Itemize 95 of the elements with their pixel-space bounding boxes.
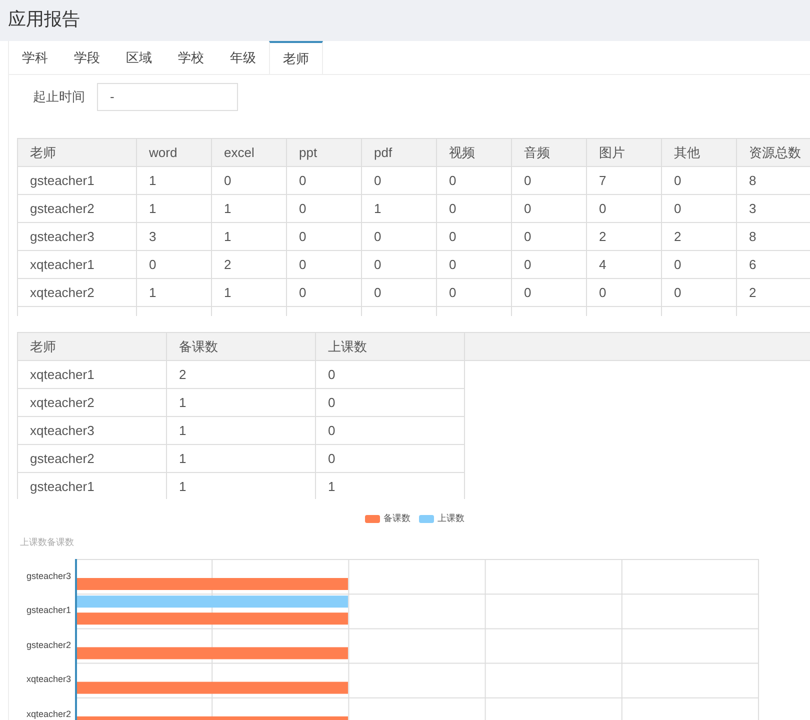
page-title: 应用报告	[8, 8, 80, 31]
table-cell: 1	[137, 167, 212, 195]
table-cell: 1	[212, 195, 287, 223]
table-cell: 0	[287, 251, 362, 279]
axis-label: gsteacher3	[26, 570, 71, 583]
tab[interactable]: 学校	[165, 41, 217, 74]
table-cell: 0	[512, 195, 587, 223]
table-cell: 2	[212, 251, 287, 279]
table-cell: xqteacher2	[18, 279, 137, 307]
column-header: excel	[212, 139, 287, 166]
table-cell: 0	[662, 195, 737, 223]
chart-title: 上课数备课数	[20, 536, 74, 546]
table-cell: 0	[662, 279, 737, 307]
column-header: 音频	[512, 139, 587, 166]
table-cell: 1	[212, 279, 287, 307]
axis-label: gsteacher1	[26, 604, 71, 618]
column-header: word	[137, 139, 212, 166]
table-cell: 0	[662, 167, 737, 195]
table-cell: 0	[437, 279, 512, 307]
table-cell: 8	[737, 223, 810, 251]
column-header: ppt	[287, 139, 362, 166]
table-cell: 1	[167, 473, 316, 499]
table-cell: 1	[167, 445, 316, 473]
axis-label: gsteacher2	[26, 638, 71, 652]
table-cell: 0	[362, 223, 437, 251]
table-cell: 7	[587, 167, 662, 195]
filter-label: 起止时间	[33, 88, 85, 106]
table-cell: 0	[287, 279, 362, 307]
table-cell: 0	[137, 251, 212, 279]
table-cell: 0	[316, 417, 465, 445]
table-cell: 0	[437, 223, 512, 251]
table-cell: 0	[437, 195, 512, 223]
table-cell: gsteacher2	[18, 195, 137, 223]
column-header: 视频	[437, 139, 512, 166]
table-cell: 0	[662, 251, 737, 279]
column-header: 备课数	[167, 333, 316, 360]
table-cell: 0	[512, 251, 587, 279]
table-cell: 3	[737, 195, 810, 223]
table-cell: 1	[137, 279, 212, 307]
table-cell: 2	[167, 361, 316, 389]
column-header: 老师	[18, 333, 167, 360]
tab[interactable]: 年级	[217, 41, 269, 74]
table-cell: 0	[362, 167, 437, 195]
table-cell: 1	[137, 195, 212, 223]
table-cell: 1	[316, 473, 465, 499]
table-cell: 1	[167, 389, 316, 417]
column-header: 图片	[587, 139, 662, 166]
legend-label: 上课数	[438, 512, 464, 525]
tab[interactable]: 老师	[269, 41, 323, 74]
table-cell: 0	[316, 361, 465, 389]
table-cell: 2	[587, 223, 662, 251]
tab[interactable]: 区域	[113, 41, 165, 74]
table-cell: 0	[287, 223, 362, 251]
column-header: 老师	[18, 139, 137, 166]
table-cell: xqteacher1	[18, 251, 137, 279]
date-range-field[interactable]: -	[97, 83, 238, 111]
tab[interactable]: 学科	[9, 41, 61, 74]
column-header: 上课数	[316, 333, 465, 360]
column-header: pdf	[362, 139, 437, 166]
table-cell: 2	[737, 279, 810, 307]
axis-label: xqteacher3	[26, 673, 71, 686]
table-cell: 4	[587, 251, 662, 279]
table-cell: 1	[212, 223, 287, 251]
table-cell: 0	[512, 223, 587, 251]
table-cell: 8	[737, 167, 810, 195]
column-header: 资源总数	[737, 139, 810, 166]
tab[interactable]: 学段	[61, 41, 113, 74]
table-cell: 0	[587, 279, 662, 307]
column-header: 其他	[662, 139, 737, 166]
table-cell: 0	[316, 389, 465, 417]
table-cell: 1	[362, 195, 437, 223]
table-cell: xqteacher3	[18, 417, 167, 445]
table-cell: 0	[437, 167, 512, 195]
table-cell: xqteacher1	[18, 361, 167, 389]
table-cell: 2	[662, 223, 737, 251]
table-cell: 6	[737, 251, 810, 279]
table-cell: 0	[287, 167, 362, 195]
table-cell: 0	[212, 167, 287, 195]
table-cell: 0	[512, 279, 587, 307]
table-cell: 0	[512, 167, 587, 195]
table-cell: gsteacher1	[18, 473, 167, 499]
table-cell: gsteacher2	[18, 445, 167, 473]
table-cell: 0	[362, 279, 437, 307]
legend-label: 备课数	[384, 512, 410, 525]
table-cell: 0	[287, 195, 362, 223]
table-cell: 0	[587, 195, 662, 223]
table-cell: xqteacher2	[18, 389, 167, 417]
table-cell: 0	[316, 445, 465, 473]
axis-label: xqteacher2	[26, 708, 71, 720]
table-cell: gsteacher3	[18, 223, 137, 251]
table-cell: 3	[137, 223, 212, 251]
table-cell: gsteacher1	[18, 167, 137, 195]
table-cell: 0	[362, 251, 437, 279]
table-cell: 1	[167, 417, 316, 445]
table-cell: 0	[437, 251, 512, 279]
